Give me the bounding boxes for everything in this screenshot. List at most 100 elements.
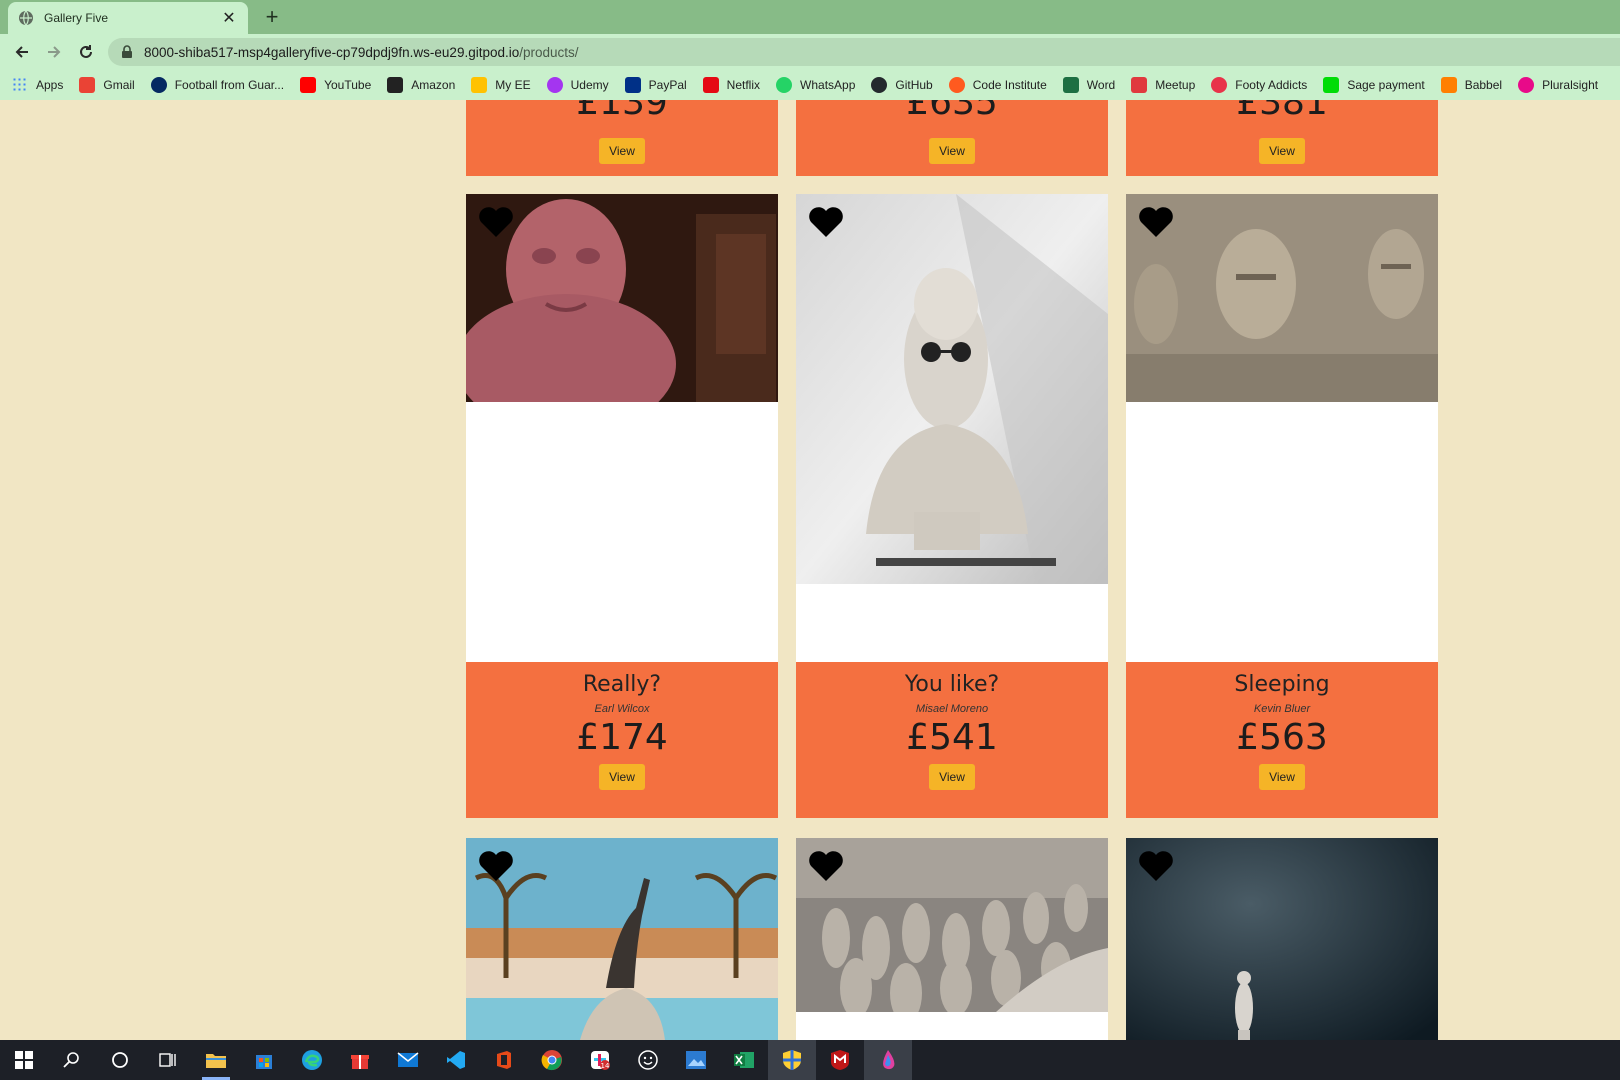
security-shield-icon[interactable] (768, 1040, 816, 1080)
product-info: Really? Earl Wilcox £174 View (466, 662, 778, 818)
product-price: £541 (906, 717, 998, 758)
product-artist: Misael Moreno (915, 703, 989, 715)
bookmark-udemy[interactable]: Udemy (546, 77, 609, 93)
bookmark-pluralsight[interactable]: Pluralsight (1518, 77, 1598, 93)
bookmark-my-ee[interactable]: My EE (471, 77, 531, 93)
product-card[interactable]: Sleeping Kevin Bluer £563 View (1126, 194, 1438, 818)
product-card[interactable]: You like? Misael Moreno £541 View (796, 194, 1108, 818)
view-button[interactable]: View (929, 138, 975, 164)
url-text: 8000-shiba517-msp4galleryfive-cp79dpdj9f… (144, 45, 579, 60)
emoji-icon[interactable] (624, 1040, 672, 1080)
task-view-icon[interactable] (144, 1040, 192, 1080)
paypal-icon (624, 77, 641, 93)
file-explorer-icon[interactable] (192, 1040, 240, 1080)
favourite-heart-icon[interactable] (808, 206, 844, 238)
view-button[interactable]: View (599, 764, 645, 790)
view-button[interactable]: View (599, 138, 645, 164)
edge-icon[interactable] (288, 1040, 336, 1080)
url-host: 8000-shiba517-msp4galleryfive-cp79dpdj9f… (144, 44, 520, 60)
mcafee-icon[interactable] (816, 1040, 864, 1080)
code-institute-icon (948, 77, 965, 93)
bookmark-code-institute[interactable]: Code Institute (948, 77, 1047, 93)
address-bar[interactable]: 8000-shiba517-msp4galleryfive-cp79dpdj9f… (108, 38, 1620, 66)
product-title: You like? (904, 672, 1000, 697)
product-card[interactable] (796, 838, 1108, 1040)
cortana-icon[interactable] (96, 1040, 144, 1080)
new-tab-button[interactable]: + (260, 4, 284, 30)
globe-icon (19, 10, 33, 26)
view-button[interactable]: View (1259, 138, 1305, 164)
product-image[interactable] (796, 194, 1108, 584)
favourite-heart-icon[interactable] (808, 850, 844, 882)
bookmark-footy-addicts[interactable]: Footy Addicts (1211, 77, 1307, 93)
bookmark-label: Netflix (726, 78, 761, 92)
store-icon[interactable] (240, 1040, 288, 1080)
bookmark-label: Code Institute (972, 78, 1047, 92)
forward-icon[interactable] (42, 40, 66, 64)
product-card: £635 View (796, 100, 1108, 176)
product-card[interactable]: Really? Earl Wilcox £174 View (466, 194, 778, 818)
product-price: £563 (1236, 717, 1328, 758)
search-icon[interactable] (48, 1040, 96, 1080)
product-card: £139 View (466, 100, 778, 176)
view-button[interactable]: View (1259, 764, 1305, 790)
bookmark-label: My EE (495, 78, 531, 92)
vscode-icon[interactable] (432, 1040, 480, 1080)
favourite-heart-icon[interactable] (1138, 206, 1174, 238)
mail-icon[interactable] (384, 1040, 432, 1080)
favourite-heart-icon[interactable] (478, 206, 514, 238)
bookmark-label: Football from Guar... (174, 78, 285, 92)
bookmark-whatsapp[interactable]: WhatsApp (776, 77, 855, 93)
bookmark-youtube[interactable]: YouTube (300, 77, 371, 93)
windows-start-icon[interactable] (0, 1040, 48, 1080)
amazon-icon (387, 77, 404, 93)
photos-icon[interactable] (672, 1040, 720, 1080)
products-page: £139 View £635 View £381 View Really? Ea… (0, 100, 1620, 1040)
bookmark-label: Babbel (1464, 78, 1503, 92)
product-card[interactable] (1126, 838, 1438, 1040)
tab-gallery-five[interactable]: Gallery Five ✕ (8, 2, 248, 34)
bookmark-label: Gmail (103, 78, 135, 92)
back-icon[interactable] (10, 40, 34, 64)
windows-taskbar: 14 (0, 1040, 1620, 1080)
product-card: £381 View (1126, 100, 1438, 176)
office-icon[interactable] (480, 1040, 528, 1080)
bookmark-netflix[interactable]: Netflix (702, 77, 761, 93)
bookmark-amazon[interactable]: Amazon (387, 77, 455, 93)
bookmark-gmail[interactable]: Gmail (79, 77, 135, 93)
bookmark-sage-payment[interactable]: Sage payment (1323, 77, 1425, 93)
pluralsight-icon (1518, 77, 1535, 93)
product-card[interactable] (466, 838, 778, 1040)
chrome-icon[interactable] (528, 1040, 576, 1080)
bookmark-github[interactable]: GitHub (871, 77, 933, 93)
product-artist: Earl Wilcox (594, 703, 650, 715)
gmail-icon (79, 77, 96, 93)
bookmark-label: Apps (36, 78, 64, 92)
bookmark-paypal[interactable]: PayPal (624, 77, 687, 93)
whatsapp-icon (776, 77, 793, 93)
bookmark-meetup[interactable]: Meetup (1131, 77, 1195, 93)
bookmark-word[interactable]: Word (1062, 77, 1116, 93)
bookmark-label: Meetup (1155, 78, 1196, 92)
bookmark-label: Udemy (570, 78, 609, 92)
url-path: /products/ (519, 44, 579, 60)
excel-icon[interactable] (720, 1040, 768, 1080)
product-title: Sleeping (1234, 672, 1330, 697)
slack-icon[interactable]: 14 (576, 1040, 624, 1080)
bookmark-apps[interactable]: Apps (12, 77, 63, 93)
bookmark-football-from-guar[interactable]: Football from Guar... (150, 77, 285, 93)
product-price: £381 (1236, 100, 1328, 123)
product-info: £635 View (796, 100, 1108, 176)
bookmark-babbel[interactable]: Babbel (1440, 77, 1503, 93)
bookmark-label: Word (1086, 78, 1116, 92)
view-button[interactable]: View (929, 764, 975, 790)
netflix-icon (702, 77, 719, 93)
paint-icon[interactable] (864, 1040, 912, 1080)
favourite-heart-icon[interactable] (478, 850, 514, 882)
tab-close-icon[interactable]: ✕ (220, 8, 238, 28)
reload-icon[interactable] (74, 40, 98, 64)
sage-icon (1323, 77, 1340, 93)
favourite-heart-icon[interactable] (1138, 850, 1174, 882)
gift-icon[interactable] (336, 1040, 384, 1080)
product-info: £139 View (466, 100, 778, 176)
